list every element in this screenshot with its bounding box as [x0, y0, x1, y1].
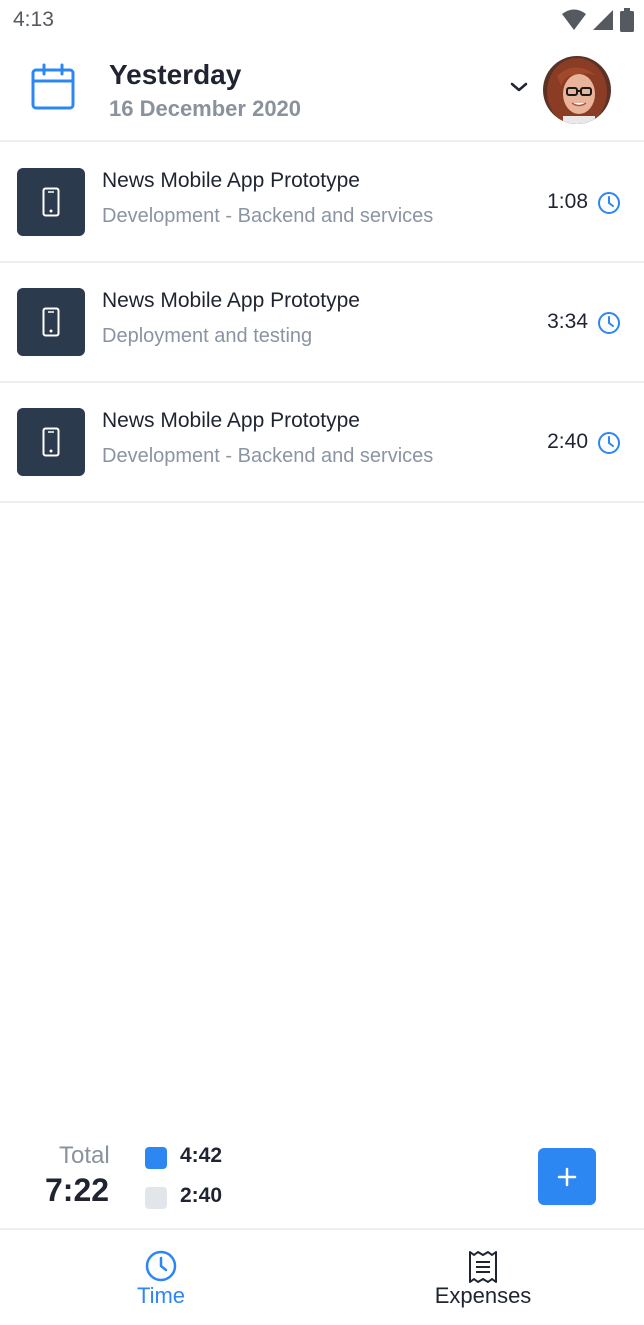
project-thumbnail: [17, 168, 85, 236]
entry-duration: 3:34: [547, 310, 588, 333]
page-title: Yesterday: [109, 59, 242, 90]
time-entry-row[interactable]: News Mobile App Prototype Development - …: [0, 383, 644, 503]
entry-duration: 2:40: [547, 430, 588, 453]
mobile-phone-icon: [42, 187, 60, 217]
status-time: 4:13: [13, 8, 54, 31]
entry-project-name: News Mobile App Prototype: [102, 169, 360, 192]
entry-task-name: Development - Backend and services: [102, 445, 434, 467]
calendar-icon[interactable]: [30, 62, 76, 112]
add-entry-button[interactable]: [538, 1148, 596, 1205]
nav-item-expenses[interactable]: Expenses: [322, 1230, 644, 1325]
plus-icon: [557, 1167, 577, 1186]
mobile-phone-icon: [42, 307, 60, 337]
nav-label-time: Time: [136, 1283, 186, 1308]
project-thumbnail: [17, 288, 85, 356]
clock-icon: [145, 1250, 177, 1282]
clock-icon[interactable]: [597, 311, 621, 335]
billable-swatch: [145, 1147, 167, 1169]
project-thumbnail: [17, 408, 85, 476]
user-avatar-image: [543, 56, 611, 124]
total-label: Total: [59, 1142, 110, 1169]
entry-task-name: Deployment and testing: [102, 325, 313, 347]
total-value: 7:22: [45, 1172, 110, 1208]
time-entry-row[interactable]: News Mobile App Prototype Deployment and…: [0, 263, 644, 383]
nav-label-expenses: Expenses: [434, 1283, 532, 1308]
signal-icon: [593, 10, 613, 30]
clock-icon[interactable]: [597, 191, 621, 215]
entry-project-name: News Mobile App Prototype: [102, 289, 360, 312]
entry-task-name: Development - Backend and services: [102, 205, 434, 227]
battery-icon: [620, 8, 634, 32]
avatar[interactable]: [543, 56, 611, 124]
billable-hours: 4:42: [180, 1144, 223, 1167]
entry-project-name: News Mobile App Prototype: [102, 409, 360, 432]
clock-icon[interactable]: [597, 431, 621, 455]
mobile-phone-icon: [42, 427, 60, 457]
time-entry-row[interactable]: News Mobile App Prototype Development - …: [0, 143, 644, 263]
non-billable-swatch: [145, 1187, 167, 1209]
chevron-down-icon[interactable]: [508, 80, 530, 94]
wifi-icon: [562, 9, 586, 30]
date-header[interactable]: Yesterday 16 December 2020: [0, 40, 644, 142]
non-billable-hours: 2:40: [180, 1184, 223, 1207]
status-icons: [562, 8, 634, 32]
status-bar: 4:13: [0, 0, 644, 40]
bottom-nav: Time Expenses: [0, 1228, 644, 1325]
totals-bar: Total 7:22 4:42 2:40: [0, 1135, 644, 1227]
selected-date: 16 December 2020: [109, 96, 302, 121]
nav-item-time[interactable]: Time: [0, 1230, 322, 1325]
receipt-icon: [469, 1251, 497, 1283]
entry-duration: 1:08: [547, 190, 588, 213]
